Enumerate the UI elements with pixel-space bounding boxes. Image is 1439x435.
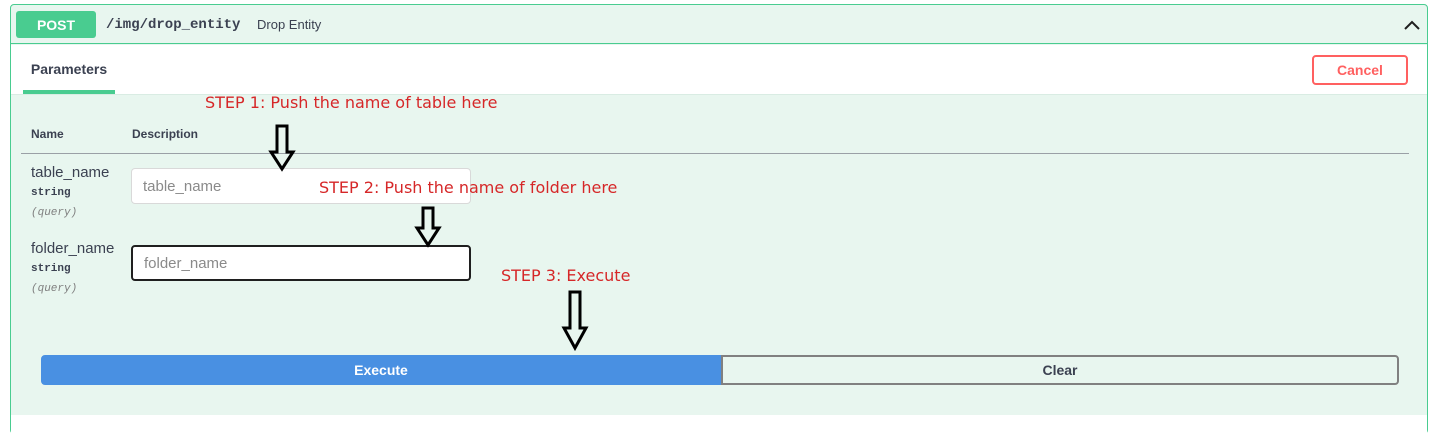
param-type-table: string (31, 187, 71, 199)
endpoint-summary: Drop Entity (257, 17, 322, 32)
clear-button[interactable]: Clear (721, 355, 1399, 385)
param-name-table: table_name (31, 164, 110, 181)
operation-summary[interactable]: POST /img/drop_entity Drop Entity (11, 5, 1427, 44)
chevron-up-icon[interactable] (1401, 15, 1423, 35)
cancel-button[interactable]: Cancel (1312, 55, 1408, 85)
execute-button[interactable]: Execute (41, 355, 721, 385)
parameters-header: Parameters Cancel (11, 45, 1427, 95)
column-header-description: Description (132, 127, 199, 141)
annotation-step-3: STEP 3: Execute (501, 266, 631, 285)
arrow-down-icon (561, 290, 589, 352)
param-location-folder: (query) (31, 283, 78, 295)
column-header-name: Name (31, 127, 64, 141)
tab-parameters[interactable]: Parameters (23, 45, 115, 94)
param-name-folder: folder_name (31, 240, 115, 257)
param-location-table: (query) (31, 207, 78, 219)
action-buttons: Execute Clear (41, 355, 1399, 385)
method-badge: POST (16, 11, 96, 38)
param-type-folder: string (31, 263, 71, 275)
arrow-down-icon (268, 124, 296, 172)
response-area (11, 415, 1427, 435)
arrow-down-icon (414, 206, 442, 248)
operation-block: POST /img/drop_entity Drop Entity Parame… (10, 4, 1428, 435)
annotation-step-2: STEP 2: Push the name of folder here (319, 178, 618, 197)
endpoint-path: /img/drop_entity (106, 17, 241, 33)
table-divider (21, 153, 1409, 154)
annotation-step-1: STEP 1: Push the name of table here (205, 93, 498, 112)
folder-name-input[interactable] (131, 245, 471, 281)
